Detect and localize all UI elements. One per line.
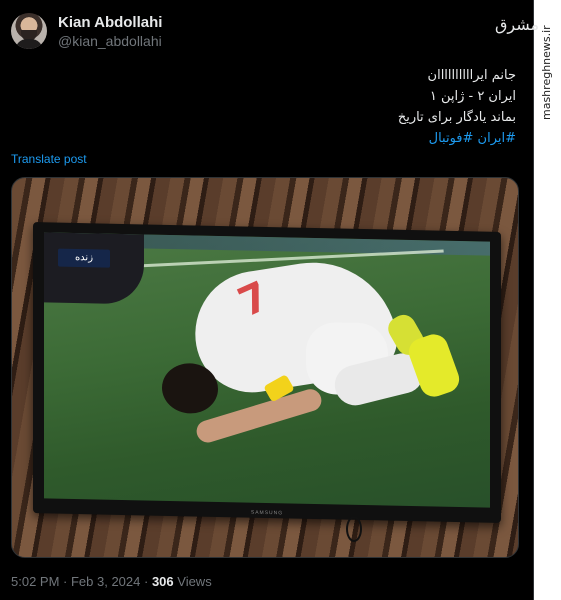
post-time[interactable]: 5:02 PM [11, 574, 59, 589]
meta-separator: · [59, 574, 71, 589]
tv-brand: SAMSUNG [250, 509, 284, 517]
meta-separator: · [140, 574, 152, 589]
avatar[interactable] [11, 13, 47, 49]
translate-post-link[interactable]: Translate post [11, 152, 87, 166]
watermark-url: mashreghnews.ir [526, 10, 553, 130]
author-name[interactable]: Kian Abdollahi [58, 14, 162, 31]
post-date[interactable]: Feb 3, 2024 [71, 574, 140, 589]
tv-cable [346, 516, 362, 542]
tweet-text: جانم ایراااااااااان ایران ۲ - ژاپن ۱ بما… [96, 65, 516, 149]
views-label: Views [173, 574, 212, 589]
tweet-line-2: ایران ۲ - ژاپن ۱ [429, 89, 516, 104]
channel-logo: زنده [58, 248, 110, 268]
views-count: 306 [151, 574, 174, 589]
tweet-hashtags[interactable]: #ایران #فوتبال [96, 128, 516, 149]
tv-frame: زنده 7 SAMSUNG [33, 222, 501, 523]
photographer [44, 232, 144, 305]
tweet-line-1: جانم ایراااااااااان [427, 68, 516, 83]
post: Kian Abdollahi @kian_abdollahi جانم ایرا… [0, 0, 533, 600]
player-head [162, 362, 218, 414]
avatar-body [15, 39, 43, 49]
watermark-url-text: mashreghnews.ir [540, 25, 553, 120]
author-handle[interactable]: @kian_abdollahi [58, 33, 162, 49]
tweet-line-3: بماند یادگار برای تاریخ [397, 110, 516, 125]
post-image[interactable]: زنده 7 SAMSUNG [11, 177, 519, 558]
tv-screen: زنده 7 [44, 232, 490, 508]
post-meta: 5:02 PM · Feb 3, 2024 · 306 Views [11, 574, 212, 589]
